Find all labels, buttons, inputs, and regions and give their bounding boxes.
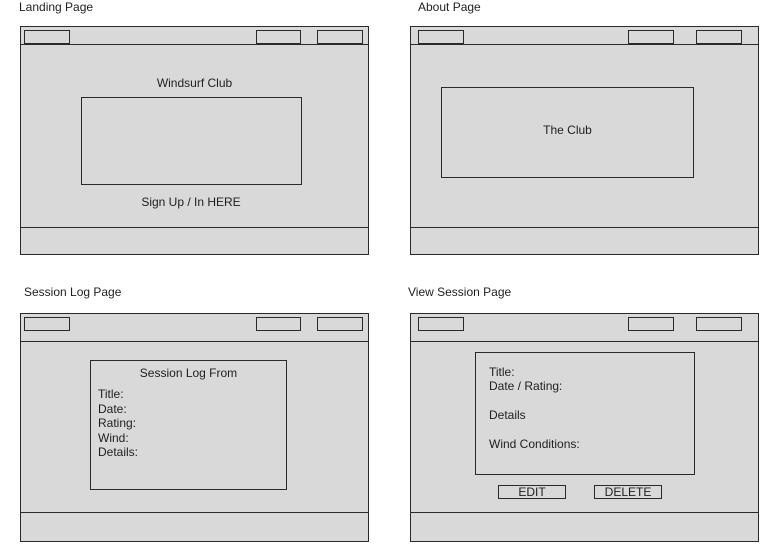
header-divider [21, 341, 368, 342]
nav-tab-right [317, 30, 363, 44]
footer-divider [411, 512, 758, 513]
session-log-page-caption: Session Log Page [24, 285, 122, 299]
view-session-page-wireframe: Title: Date / Rating: Details Wind Condi… [410, 313, 759, 542]
session-details-label: Details [489, 408, 526, 422]
session-title-label: Title: [489, 365, 515, 379]
field-wind-label: Wind: [98, 431, 129, 445]
session-log-form: Session Log From Title: Date: Rating: Wi… [90, 360, 287, 490]
nav-tab-right [696, 317, 742, 331]
nav-tab-left [418, 30, 464, 44]
session-date-rating-label: Date / Rating: [489, 379, 563, 393]
delete-button[interactable]: DELETE [594, 485, 662, 499]
nav-tab-middle [256, 317, 301, 331]
field-date-label: Date: [98, 402, 127, 416]
edit-button[interactable]: EDIT [498, 485, 566, 499]
field-title-label: Title: [98, 387, 124, 401]
landing-page-wireframe: Windsurf Club Sign Up / In HERE [20, 26, 369, 255]
nav-tab-right [317, 317, 363, 331]
header-divider [21, 44, 368, 45]
session-log-page-wireframe: Session Log From Title: Date: Rating: Wi… [20, 313, 369, 542]
nav-tab-middle [628, 317, 674, 331]
field-rating-label: Rating: [98, 416, 137, 430]
nav-tab-left [24, 30, 70, 44]
landing-hero-box [81, 97, 302, 185]
footer-divider [411, 227, 758, 228]
session-wind-conditions-label: Wind Conditions: [489, 437, 580, 451]
form-title: Session Log From [139, 366, 238, 380]
nav-tab-left [24, 317, 70, 331]
nav-tab-middle [628, 30, 674, 44]
landing-page-caption: Landing Page [19, 0, 94, 14]
nav-tab-right [696, 30, 742, 44]
header-divider [411, 44, 758, 45]
about-box-text: The Club [543, 123, 592, 137]
nav-tab-middle [256, 30, 301, 44]
landing-heading: Windsurf Club [156, 76, 233, 90]
footer-divider [21, 227, 368, 228]
about-page-wireframe: The Club [410, 26, 759, 255]
header-divider [411, 341, 758, 342]
view-session-page-caption: View Session Page [408, 285, 512, 299]
signup-link: Sign Up / In HERE [141, 195, 241, 209]
about-content-box: The Club [441, 87, 694, 178]
footer-divider [21, 512, 368, 513]
session-details-box: Title: Date / Rating: Details Wind Condi… [475, 352, 695, 475]
nav-tab-left [418, 317, 464, 331]
field-details-label: Details: [98, 445, 139, 459]
about-page-caption: About Page [418, 0, 481, 14]
